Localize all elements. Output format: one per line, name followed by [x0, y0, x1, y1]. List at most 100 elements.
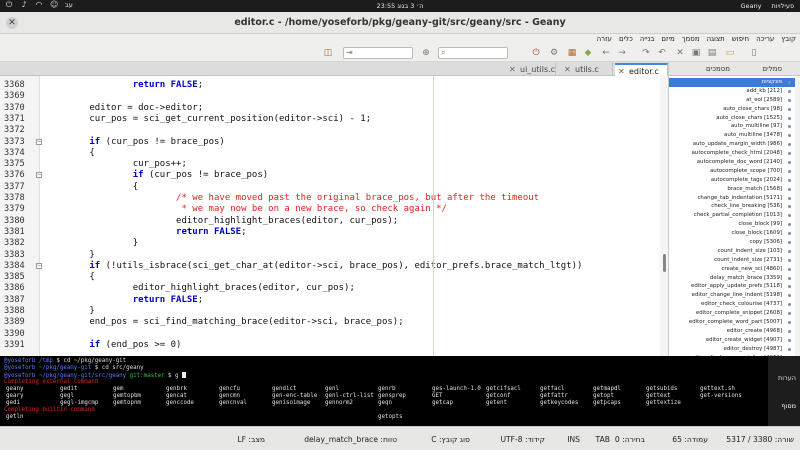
- symbol-item[interactable]: autocomplete_doc_word [2140]: [669, 158, 795, 167]
- activities-button[interactable]: פעילויות: [771, 2, 794, 10]
- code-area[interactable]: return FALSE; editor = doc->editor; cur_…: [40, 76, 660, 356]
- completion-entry: genisoimage: [272, 399, 311, 406]
- symbol-item[interactable]: copy [5306]: [669, 238, 795, 247]
- symbol-item[interactable]: editor_destroy [4987]: [669, 345, 795, 354]
- menu-document[interactable]: מסמך: [682, 35, 700, 43]
- open-file-icon[interactable]: ▭: [724, 47, 736, 59]
- menu-edit[interactable]: עריכה: [756, 35, 774, 43]
- scroll-thumb[interactable]: [663, 254, 666, 272]
- symbol-item[interactable]: editor_complete_snippet [2608]: [669, 309, 795, 318]
- symbol-item[interactable]: change_tab_indentation [5171]: [669, 194, 795, 203]
- code-token: {: [46, 272, 95, 283]
- symbol-item[interactable]: autocomplete_scope [700]: [669, 167, 795, 176]
- redo-icon[interactable]: ↷: [640, 47, 652, 59]
- symbol-list[interactable]: פונקציות add_kb [212] at_eol [2589] auto_cl…: [669, 78, 795, 363]
- symbol-item[interactable]: brace_match [1568]: [669, 185, 795, 194]
- completion-entry: gencmn: [219, 392, 240, 399]
- symbol-item[interactable]: auto_close_chars [1525]: [669, 114, 795, 123]
- keyword-token: return FALSE: [46, 226, 242, 237]
- menu-help[interactable]: עזרה: [597, 35, 612, 43]
- tab-documents[interactable]: מסמכים: [706, 65, 730, 73]
- tab-terminal[interactable]: מסוף: [781, 402, 796, 410]
- menu-build[interactable]: בנייה: [640, 35, 655, 43]
- fold-marker-icon[interactable]: −: [36, 172, 42, 179]
- tab-ui-utils[interactable]: ✕ ui_utils.c: [506, 63, 556, 76]
- quit-icon[interactable]: ⏻: [530, 47, 542, 59]
- keyword-token: if: [46, 136, 101, 147]
- goto-line-input[interactable]: ⇥: [343, 47, 413, 59]
- terminal[interactable]: @yoseforb /tmp $ cd ~/pkg/geany-git @yos…: [0, 356, 768, 426]
- symbol-item[interactable]: auto_close_chars [98]: [669, 105, 795, 114]
- tab-close-icon[interactable]: ✕: [564, 63, 571, 76]
- menu-project[interactable]: מיזם: [661, 35, 674, 43]
- symbol-item[interactable]: editor_check_colourise [4737]: [669, 300, 795, 309]
- symbol-item[interactable]: editor_create_widget [4907]: [669, 336, 795, 345]
- symbol-item[interactable]: editor_apply_update_prefs [5118]: [669, 282, 795, 291]
- fold-marker-icon[interactable]: −: [36, 138, 42, 145]
- symbol-item[interactable]: create_new_sci [4860]: [669, 265, 795, 274]
- save-icon[interactable]: ▤: [706, 47, 718, 59]
- function-icon: [788, 89, 791, 93]
- symbol-item[interactable]: check_partial_completion [1013]: [669, 211, 795, 220]
- color-chooser-icon[interactable]: ◫: [322, 47, 334, 59]
- fold-marker-icon[interactable]: −: [36, 262, 42, 269]
- app-menu[interactable]: Geany: [740, 2, 761, 10]
- symbol-item[interactable]: autocomplete_tags [2024]: [669, 176, 795, 185]
- zoom-icon[interactable]: ⊕: [420, 47, 432, 59]
- line-number: 3376: [4, 170, 25, 181]
- status-column: עמודה: 65: [672, 435, 708, 444]
- menu-view[interactable]: תצוגה: [707, 35, 725, 43]
- symbol-item[interactable]: count_indent_size [2731]: [669, 256, 795, 265]
- close-file-icon[interactable]: ✕: [674, 47, 686, 59]
- symbol-item[interactable]: count_indent_size [103]: [669, 247, 795, 256]
- symbol-item[interactable]: autocomplete_check_html [2048]: [669, 149, 795, 158]
- symbol-item[interactable]: editor_complete_word_part [5007]: [669, 318, 795, 327]
- editor-scrollbar[interactable]: [660, 76, 668, 356]
- build-icon[interactable]: ◆: [582, 47, 594, 59]
- symbol-item[interactable]: delay_match_brace [3359]: [669, 274, 795, 283]
- symbol-item[interactable]: check_line_breaking [536]: [669, 202, 795, 211]
- code-token: end_pos = sci_find_matching_brace(editor…: [46, 317, 404, 328]
- search-input[interactable]: ⌕: [438, 47, 508, 59]
- symbol-item[interactable]: פונקציות: [669, 78, 795, 87]
- symbol-item[interactable]: close_block [99]: [669, 220, 795, 229]
- code-line: if (!utils_isbrace(sci_get_char_at(edito…: [46, 261, 582, 271]
- menu-file[interactable]: קובץ: [781, 35, 796, 43]
- code-token: {: [46, 181, 139, 192]
- tab-notes[interactable]: הערות: [778, 374, 796, 382]
- tab-symbols[interactable]: סמלים: [763, 65, 783, 73]
- symbol-item[interactable]: add_kb [212]: [669, 87, 795, 96]
- tab-utils[interactable]: ✕ utils.c: [561, 63, 613, 76]
- code-token: ;: [241, 226, 247, 237]
- code-line: {: [46, 272, 95, 283]
- symbol-item[interactable]: auto_multiline [97]: [669, 122, 795, 131]
- save-all-icon[interactable]: ▣: [690, 47, 702, 59]
- completion-entry: ges-launch-1.0: [432, 385, 481, 392]
- clock[interactable]: ה׳ 3 בגוג 23:55: [0, 2, 800, 10]
- compile-icon[interactable]: ▦: [566, 47, 578, 59]
- tab-editor[interactable]: ✕ editor.c: [615, 63, 668, 76]
- command: $ cd src/geany: [91, 365, 144, 371]
- tab-close-icon[interactable]: ✕: [509, 63, 516, 76]
- new-file-icon[interactable]: ▯: [748, 47, 760, 59]
- symbol-label: brace_match [1568]: [727, 185, 782, 192]
- line-number: 3384: [4, 260, 25, 271]
- symbol-label: editor_apply_update_prefs [5118]: [691, 283, 782, 290]
- navigate-back-icon[interactable]: ←: [600, 47, 612, 59]
- completion-entry: genccode: [166, 399, 194, 406]
- preferences-icon[interactable]: ⚙: [548, 47, 560, 59]
- menu-tools[interactable]: כלים: [619, 35, 633, 43]
- symbol-item[interactable]: at_eol [2589]: [669, 96, 795, 105]
- completion-entry: gettext: [646, 392, 671, 399]
- symbol-item[interactable]: editor_change_line_indent [5198]: [669, 291, 795, 300]
- sidebar-scrollbar[interactable]: [795, 76, 800, 356]
- symbol-item[interactable]: auto_multiline [3478]: [669, 131, 795, 140]
- menu-search[interactable]: חיפוש: [732, 35, 749, 43]
- status-bar: שורה: 3380 / 5317 עמודה: 65 בחירה: 0 TAB…: [0, 426, 800, 450]
- code-line: {: [46, 148, 94, 158]
- symbol-item[interactable]: auto_update_margin_width [986]: [669, 140, 795, 149]
- symbol-item[interactable]: close_block [1609]: [669, 229, 795, 238]
- navigate-forward-icon[interactable]: →: [616, 47, 628, 59]
- symbol-item[interactable]: editor_create [4968]: [669, 327, 795, 336]
- undo-icon[interactable]: ↶: [656, 47, 668, 59]
